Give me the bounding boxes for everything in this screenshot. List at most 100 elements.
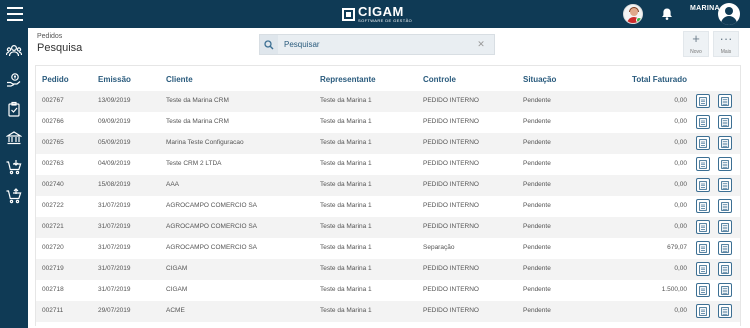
table-row[interactable]: 002721 31/07/2019 AGROCAMPO COMERCIO SA Tes… <box>36 217 740 238</box>
row-list-button[interactable] <box>718 136 732 150</box>
more-button[interactable]: ··· Mais <box>713 31 739 57</box>
table-row[interactable]: 002711 29/07/2019 ACME Teste da Marina 1 PED… <box>36 301 740 322</box>
table-row[interactable]: 002722 31/07/2019 AGROCAMPO COMERCIO SA Tes… <box>36 196 740 217</box>
row-list-button[interactable] <box>718 220 732 234</box>
top-bar: CIGAM SOFTWARE DE GESTÃO MARINA <box>0 0 750 28</box>
cell-pedido: 002740 <box>42 181 64 188</box>
row-document-button[interactable] <box>696 178 710 192</box>
row-list-button[interactable] <box>718 115 732 129</box>
cell-emissao: 04/09/2019 <box>98 160 131 167</box>
new-button[interactable]: + Novo <box>683 31 709 57</box>
cell-situacao: Pendente <box>523 223 551 230</box>
table-row[interactable]: 002720 31/07/2019 AGROCAMPO COMERCIO SA Tes… <box>36 238 740 259</box>
row-list-button[interactable] <box>718 241 732 255</box>
cell-emissao: 31/07/2019 <box>98 265 131 272</box>
cell-controle: PEDIDO INTERNO <box>423 223 479 230</box>
users-icon[interactable] <box>6 43 22 59</box>
cell-controle: PEDIDO INTERNO <box>423 97 479 104</box>
row-document-button[interactable] <box>696 157 710 171</box>
list-icon <box>721 243 729 253</box>
row-list-button[interactable] <box>718 304 732 318</box>
cell-total-faturado: 0,00 <box>674 181 687 188</box>
cell-total-faturado: 0,00 <box>674 139 687 146</box>
row-document-button[interactable] <box>696 283 710 297</box>
cell-controle: PEDIDO INTERNO <box>423 181 479 188</box>
cell-cliente: AGROCAMPO COMERCIO SA <box>166 244 258 251</box>
search-bar: ✕ <box>259 34 495 55</box>
row-document-button[interactable] <box>696 115 710 129</box>
row-list-button[interactable] <box>718 94 732 108</box>
row-list-button[interactable] <box>718 283 732 297</box>
cell-situacao: Pendente <box>523 118 551 125</box>
document-icon <box>699 180 707 190</box>
search-icon <box>264 39 274 49</box>
bank-icon[interactable] <box>6 130 22 146</box>
table-row[interactable]: 002718 31/07/2019 CIGAM Teste da Marina 1 PE… <box>36 280 740 301</box>
column-header-total-faturado[interactable]: Total Faturado <box>632 75 687 84</box>
table-row[interactable]: 002719 31/07/2019 CIGAM Teste da Marina 1 PE… <box>36 259 740 280</box>
column-header-cliente[interactable]: Cliente <box>166 75 193 84</box>
cell-total-faturado: 0,00 <box>674 160 687 167</box>
cell-situacao: Pendente <box>523 265 551 272</box>
column-header-controle[interactable]: Controle <box>423 75 456 84</box>
table-row[interactable]: 002763 04/09/2019 Teste CRM 2 LTDA Teste da… <box>36 154 740 175</box>
row-list-button[interactable] <box>718 178 732 192</box>
cell-emissao: 15/08/2019 <box>98 181 131 188</box>
list-icon <box>721 222 729 232</box>
user-avatar[interactable] <box>718 3 740 25</box>
cell-pedido: 002766 <box>42 118 64 125</box>
table-row[interactable]: 002740 15/08/2019 AAA Teste da Marina 1 PEDI… <box>36 175 740 196</box>
cell-pedido: 002763 <box>42 160 64 167</box>
cell-emissao: 31/07/2019 <box>98 202 131 209</box>
search-input[interactable] <box>278 35 474 54</box>
cell-representante: Teste da Marina 1 <box>320 265 372 272</box>
table-row[interactable]: 002765 05/09/2019 Marina Teste Configuraca… <box>36 133 740 154</box>
menu-icon[interactable] <box>7 7 23 21</box>
cell-controle: PEDIDO INTERNO <box>423 118 479 125</box>
column-header-situacao[interactable]: Situação <box>523 75 556 84</box>
bell-icon[interactable] <box>660 7 674 21</box>
row-document-button[interactable] <box>696 136 710 150</box>
cell-representante: Teste da Marina 1 <box>320 181 372 188</box>
logo: CIGAM SOFTWARE DE GESTÃO <box>342 5 412 23</box>
clipboard-icon[interactable] <box>6 101 22 117</box>
clear-search-icon[interactable]: ✕ <box>474 39 488 50</box>
cart-upload-icon[interactable] <box>6 188 22 204</box>
row-list-button[interactable] <box>718 157 732 171</box>
table-row[interactable]: 002767 13/09/2019 Teste da Marina CRM Teste… <box>36 91 740 112</box>
row-document-button[interactable] <box>696 262 710 276</box>
cart-download-icon[interactable] <box>6 159 22 175</box>
status-avatar[interactable] <box>623 4 643 24</box>
row-list-button[interactable] <box>718 262 732 276</box>
cell-cliente: AAA <box>166 181 180 188</box>
row-document-button[interactable] <box>696 94 710 108</box>
row-document-button[interactable] <box>696 199 710 213</box>
list-icon <box>721 159 729 169</box>
list-icon <box>721 180 729 190</box>
column-header-representante[interactable]: Representante <box>320 75 376 84</box>
document-icon <box>699 285 707 295</box>
column-header-emissao[interactable]: Emissão <box>98 75 131 84</box>
hand-money-icon[interactable] <box>6 72 22 88</box>
cell-emissao: 31/07/2019 <box>98 286 131 293</box>
cell-representante: Teste da Marina 1 <box>320 160 372 167</box>
table-row[interactable]: 002766 09/09/2019 Teste da Marina CRM Teste… <box>36 112 740 133</box>
sidebar <box>0 28 28 328</box>
breadcrumb[interactable]: Pedidos <box>37 33 62 40</box>
row-document-button[interactable] <box>696 241 710 255</box>
cell-situacao: Pendente <box>523 244 551 251</box>
row-list-button[interactable] <box>718 199 732 213</box>
document-icon <box>699 201 707 211</box>
list-icon <box>721 306 729 316</box>
row-document-button[interactable] <box>696 220 710 234</box>
document-icon <box>699 138 707 148</box>
cell-cliente: AGROCAMPO COMERCIO SA <box>166 202 258 209</box>
row-document-button[interactable] <box>696 304 710 318</box>
cell-pedido: 002721 <box>42 223 64 230</box>
column-header-pedido[interactable]: Pedido <box>42 75 69 84</box>
cell-emissao: 13/09/2019 <box>98 97 131 104</box>
cell-situacao: Pendente <box>523 202 551 209</box>
cell-total-faturado: 0,00 <box>674 118 687 125</box>
search-button[interactable] <box>260 35 278 54</box>
cell-total-faturado: 679,07 <box>667 244 687 251</box>
